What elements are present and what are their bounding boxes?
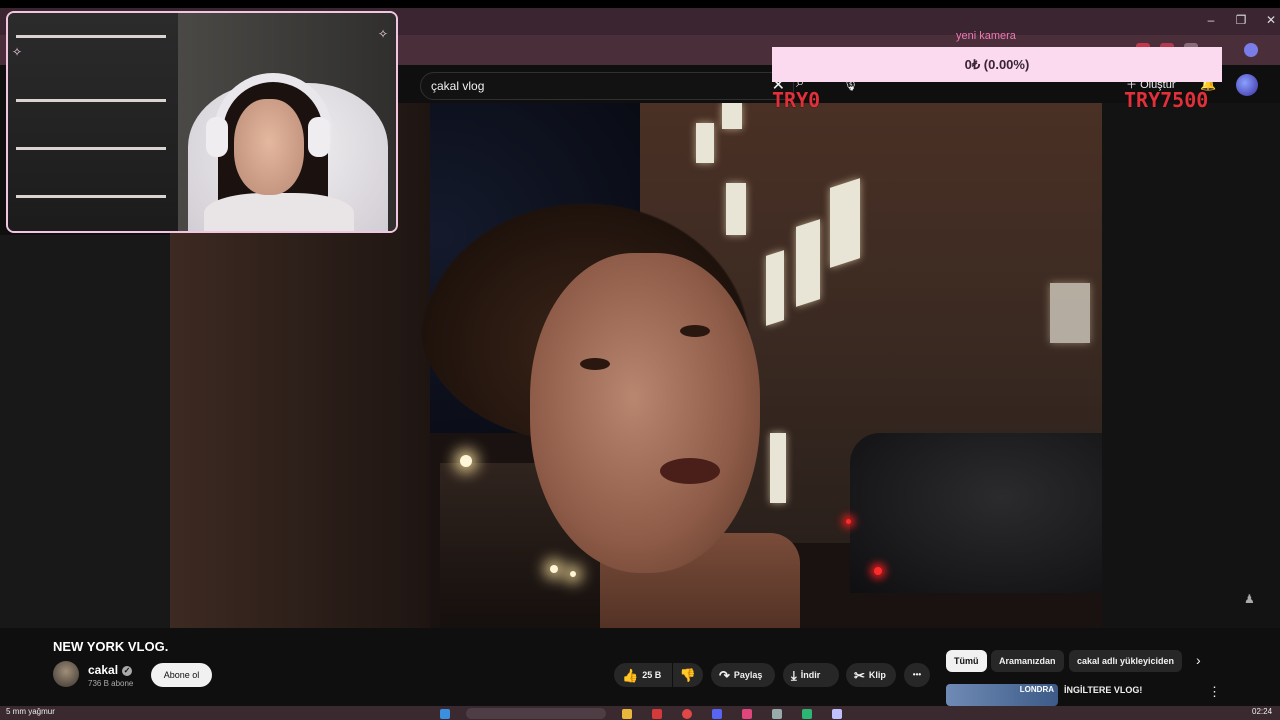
video-window — [770, 433, 786, 503]
start-icon[interactable] — [440, 709, 450, 719]
screen-top-edge — [0, 0, 1280, 8]
sparkle-icon: ✧ — [12, 45, 23, 59]
headphone-cup — [308, 117, 330, 157]
app-icon[interactable] — [802, 709, 812, 719]
discord-icon[interactable] — [712, 709, 722, 719]
like-button[interactable]: 👍 25 B — [614, 663, 672, 687]
close-window-button[interactable]: ✕ — [1256, 10, 1280, 30]
thumbs-up-icon: 👍 — [622, 667, 639, 683]
more-actions-button[interactable]: ••• — [904, 663, 930, 687]
profile-icon[interactable] — [1244, 43, 1258, 57]
shelf-board — [16, 35, 166, 38]
channel-name[interactable]: cakal ✓ — [88, 663, 133, 677]
file-explorer-icon[interactable] — [622, 709, 632, 719]
thumbnail-text: LONDRA — [1019, 685, 1054, 694]
shelf-board — [16, 147, 166, 150]
download-icon: ⤓ — [791, 667, 797, 683]
shelf-board — [16, 99, 166, 102]
video-window — [726, 183, 746, 235]
video-headlight — [550, 565, 558, 573]
goal-current: TRY0 — [772, 88, 821, 112]
video-title: NEW YORK VLOG. — [53, 639, 169, 654]
channel-avatar[interactable] — [53, 661, 79, 687]
minimize-icon: – — [1207, 13, 1215, 27]
video-person-eye — [580, 358, 610, 370]
donation-amount: 0₺ (0.00%) — [964, 57, 1030, 72]
weather-widget[interactable]: 5 mm yağmur — [6, 707, 55, 716]
subscribe-button[interactable]: Abone ol — [151, 663, 212, 687]
verified-icon: ✓ — [122, 665, 133, 676]
taskbar-search[interactable] — [466, 708, 606, 719]
windows-taskbar — [0, 706, 1280, 720]
video-window — [796, 219, 820, 307]
video-person-face — [530, 253, 760, 573]
video-headlight — [570, 571, 576, 577]
video-car — [850, 433, 1102, 593]
minimize-button[interactable]: – — [1196, 10, 1226, 30]
video-person-mouth — [660, 458, 720, 484]
dislike-button[interactable]: 👎 — [673, 663, 703, 687]
restore-button[interactable]: ❐ — [1226, 10, 1256, 30]
chip-from-uploader[interactable]: cakal adlı yükleyiciden — [1069, 650, 1183, 672]
video-taillight — [874, 567, 882, 575]
share-icon: ↷ — [719, 667, 730, 683]
video-window — [766, 250, 784, 326]
recommendation-title[interactable]: İNGİLTERE VLOG! — [1064, 685, 1142, 695]
video-person-eye — [680, 325, 710, 337]
video-window — [830, 178, 860, 268]
chip-from-search[interactable]: Aramanızdan — [991, 650, 1064, 672]
app-icon[interactable] — [832, 709, 842, 719]
player-right-margin — [1102, 103, 1280, 628]
donation-goal-label: yeni kamera — [956, 30, 1016, 42]
sparkle-icon: ✧ — [378, 27, 389, 41]
video-window — [722, 103, 742, 129]
more-horizontal-icon: ••• — [912, 670, 922, 679]
video-window — [1050, 283, 1090, 343]
share-label: Paylaş — [733, 670, 763, 680]
share-button[interactable]: ↷ Paylaş — [711, 663, 775, 687]
recommendation-thumbnail[interactable]: LONDRA — [946, 684, 1058, 706]
thumbs-down-icon: 👎 — [679, 667, 697, 683]
app-icon[interactable] — [652, 709, 662, 719]
search-query: çakal vlog — [431, 79, 485, 93]
app-icon[interactable] — [742, 709, 752, 719]
search-input[interactable]: çakal vlog ✕ — [420, 72, 794, 100]
taskbar-clock: 02:24 — [1252, 707, 1273, 716]
like-count: 25 B — [642, 670, 662, 680]
clip-button[interactable]: ✂ Klip — [846, 663, 896, 687]
chip-all[interactable]: Tümü — [946, 650, 987, 672]
channel-name-text: cakal — [88, 663, 119, 677]
chrome-icon[interactable] — [682, 709, 692, 719]
chevron-right-icon[interactable]: › — [1196, 652, 1201, 668]
mini-figure-icon: ♟ — [1244, 592, 1255, 606]
headphone-cup — [206, 117, 228, 157]
account-avatar[interactable] — [1236, 74, 1258, 96]
more-vertical-icon[interactable]: ⋮ — [1208, 684, 1221, 700]
clip-label: Klip — [868, 670, 886, 680]
webcam-bookshelf — [8, 13, 178, 231]
player-left-margin — [0, 235, 170, 628]
video-window — [696, 123, 714, 163]
app-icon[interactable] — [772, 709, 782, 719]
restore-icon: ❐ — [1235, 13, 1247, 27]
webcam-streamer-sweater — [204, 193, 354, 231]
download-label: İndir — [800, 670, 821, 680]
donation-goal-bar: 0₺ (0.00%) — [772, 47, 1222, 82]
goal-target: TRY7500 — [1124, 88, 1209, 112]
subscriber-count: 736 B abone — [88, 679, 134, 688]
webcam-overlay: ✧ ✧ — [6, 11, 398, 233]
close-icon: ✕ — [1265, 13, 1277, 27]
video-taillight — [846, 519, 851, 524]
shelf-board — [16, 195, 166, 198]
scissors-icon: ✂ — [854, 667, 865, 683]
download-button[interactable]: ⤓ İndir — [783, 663, 839, 687]
video-streetlight — [460, 455, 472, 467]
